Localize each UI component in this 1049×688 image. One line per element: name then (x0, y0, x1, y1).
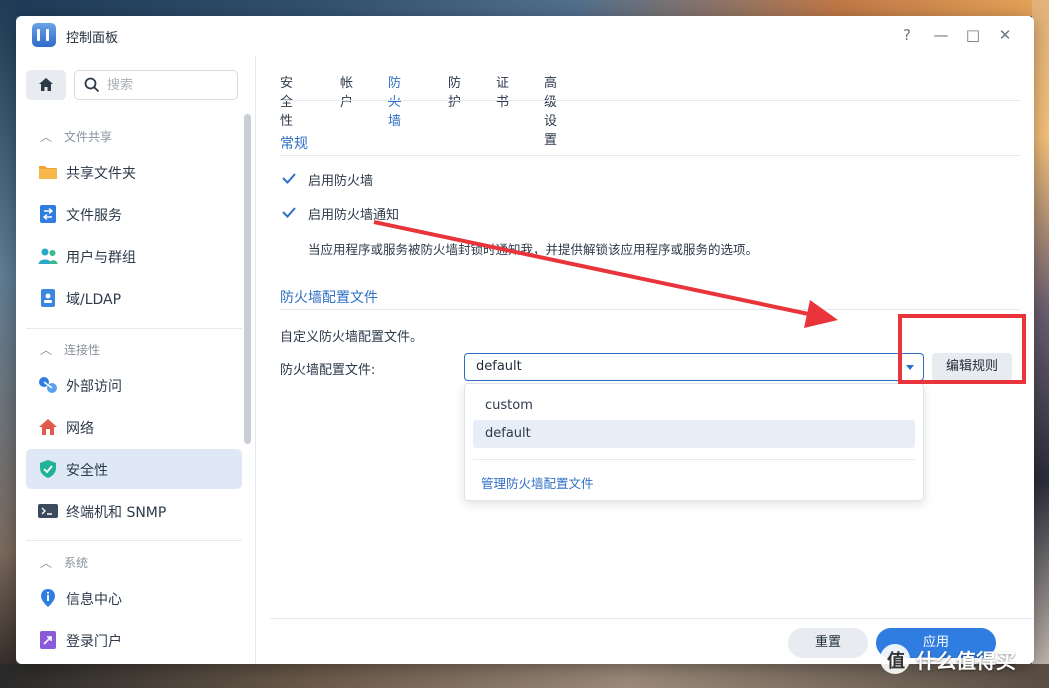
annotation-highlight-box (898, 314, 1026, 384)
watermark-logo-icon: 值 (880, 644, 910, 674)
watermark-text: 什么值得买 (916, 649, 1016, 673)
annotation-arrow (373, 220, 838, 328)
